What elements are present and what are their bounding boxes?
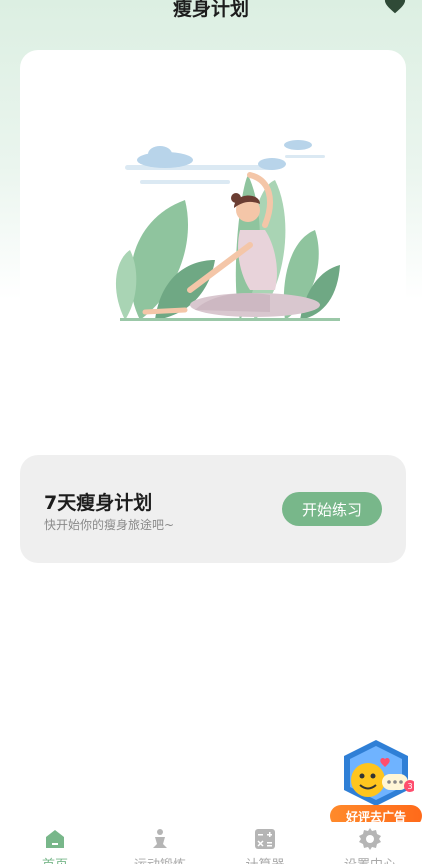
home-icon [46,830,64,848]
plan-subtitle: 快开始你的瘦身旅途吧~ [44,518,175,532]
tab-settings[interactable]: 设置中心 [325,822,415,864]
start-practice-button[interactable]: 开始练习 [282,492,382,526]
page-title: 瘦身计划 [172,0,249,20]
tab-exercise[interactable]: 运动锻炼 [115,822,205,864]
smiley-mascot-icon: 3 [344,740,414,806]
heart-icon[interactable] [384,0,406,16]
tab-settings-label: 设置中心 [325,854,415,864]
tab-calculator-label: 计算器 [220,854,310,864]
remove-ads-badge[interactable]: 3 好评去广告 [330,738,422,830]
gear-icon [359,828,381,850]
plan-card[interactable]: 7天瘦身计划 快开始你的瘦身旅途吧~ 开始练习 [20,455,406,563]
ad-count-badge: 3 [407,782,412,791]
plan-title: 7天瘦身计划 [44,492,153,514]
tab-exercise-label: 运动锻炼 [115,854,205,864]
calculator-icon [255,829,275,849]
tab-home-label: 首页 [10,854,100,864]
bottom-tab-bar: 首页 运动锻炼 计算器 设置中心 [0,822,422,864]
tab-calculator[interactable]: 计算器 [220,822,310,864]
exercise-icon [153,829,167,848]
tab-home[interactable]: 首页 [10,822,100,864]
yoga-illustration [115,140,340,321]
hero-card [20,50,406,380]
app-header: 瘦身计划 [0,0,422,24]
